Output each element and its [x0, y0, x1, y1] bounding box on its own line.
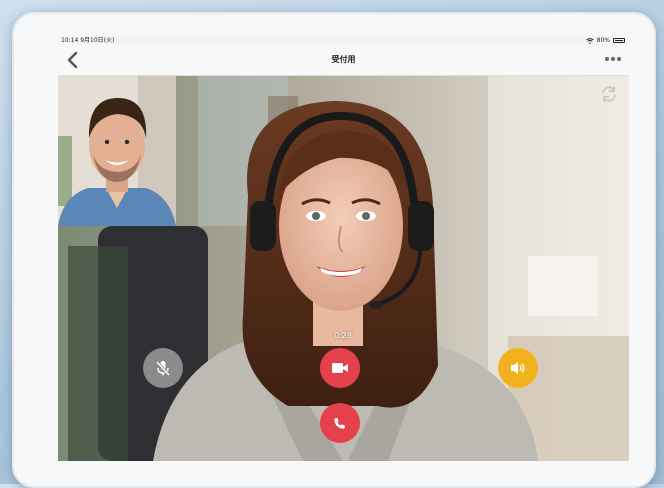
- video-camera-icon: [332, 363, 348, 373]
- status-bar: 10:14 9月10日(火) 80%: [58, 36, 629, 45]
- page-title: 受付用: [331, 55, 356, 64]
- status-time: 10:14 9月10日(火): [61, 37, 115, 44]
- mic-off-icon: [155, 360, 171, 377]
- more-dot: [611, 57, 615, 61]
- switch-camera-icon[interactable]: [599, 84, 619, 104]
- status-right: 80%: [585, 36, 625, 45]
- speaker-icon: [511, 362, 525, 374]
- self-view-video[interactable]: [58, 76, 176, 226]
- wifi-icon: [585, 37, 594, 44]
- remote-video: 0:28: [58, 76, 629, 461]
- battery-percent: 80%: [596, 37, 610, 44]
- battery-icon: [613, 38, 625, 43]
- more-button[interactable]: [605, 57, 621, 63]
- camera-button[interactable]: [320, 348, 360, 388]
- mute-button[interactable]: [143, 348, 183, 388]
- phone-icon: [334, 417, 346, 429]
- navigation-bar: 受付用: [58, 45, 629, 76]
- more-dot: [617, 57, 621, 61]
- more-dot: [605, 57, 609, 61]
- end-call-button[interactable]: [320, 403, 360, 443]
- speaker-button[interactable]: [498, 348, 538, 388]
- local-participant-image: [58, 76, 176, 226]
- app-screen: 10:14 9月10日(火) 80% 受付用 0:28: [58, 36, 629, 461]
- call-timer: 0:28: [334, 331, 352, 340]
